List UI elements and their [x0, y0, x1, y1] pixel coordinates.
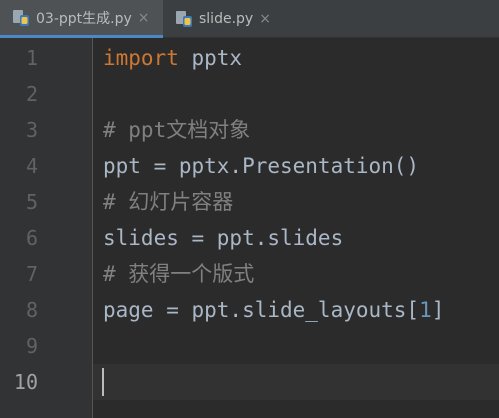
- close-icon[interactable]: ×: [259, 12, 271, 26]
- tab-label: 03-ppt生成.py: [36, 10, 132, 27]
- line-number: 5: [25, 190, 38, 214]
- number-literal: 1: [419, 298, 432, 322]
- code-text: ]: [431, 298, 445, 322]
- line-number: 3: [25, 118, 38, 142]
- tab-slide[interactable]: slide.py ×: [163, 0, 285, 38]
- line-number: 8: [25, 298, 38, 322]
- code-line-6: slides = ppt.slides: [103, 226, 344, 250]
- current-line-highlight: [93, 364, 499, 400]
- code-line-1: import pptx: [103, 40, 242, 76]
- close-icon[interactable]: ×: [138, 11, 150, 25]
- tab-label: slide.py: [199, 11, 254, 27]
- code-line-3: # ppt文档对象: [103, 118, 251, 142]
- line-number: 7: [25, 262, 38, 286]
- text-cursor: [102, 368, 104, 396]
- import-keyword: import: [103, 46, 179, 70]
- python-file-icon: [175, 10, 193, 28]
- editor-tab-bar: 03-ppt生成.py × slide.py ×: [0, 0, 499, 38]
- code-line-4: ppt = pptx.Presentation(): [103, 154, 420, 178]
- line-number: 4: [25, 154, 38, 178]
- python-file-icon: [12, 9, 30, 27]
- line-number: 6: [25, 226, 38, 250]
- line-number-gutter: 1 2 3 4 5 6 7 8 9 10: [0, 38, 93, 418]
- code-text: page = ppt.slide_layouts[: [103, 298, 420, 322]
- code-line-8: page = ppt.slide_layouts[1]: [103, 292, 444, 328]
- line-number: 1: [25, 46, 38, 70]
- code-line-7: # 获得一个版式: [103, 262, 255, 286]
- line-number: 9: [25, 334, 38, 358]
- current-line-number: 10: [13, 370, 38, 394]
- code-line-5: # 幻灯片容器: [103, 190, 234, 214]
- tab-03-ppt[interactable]: 03-ppt生成.py ×: [0, 0, 163, 38]
- line-number: 2: [25, 82, 38, 106]
- module-name: pptx: [178, 46, 243, 70]
